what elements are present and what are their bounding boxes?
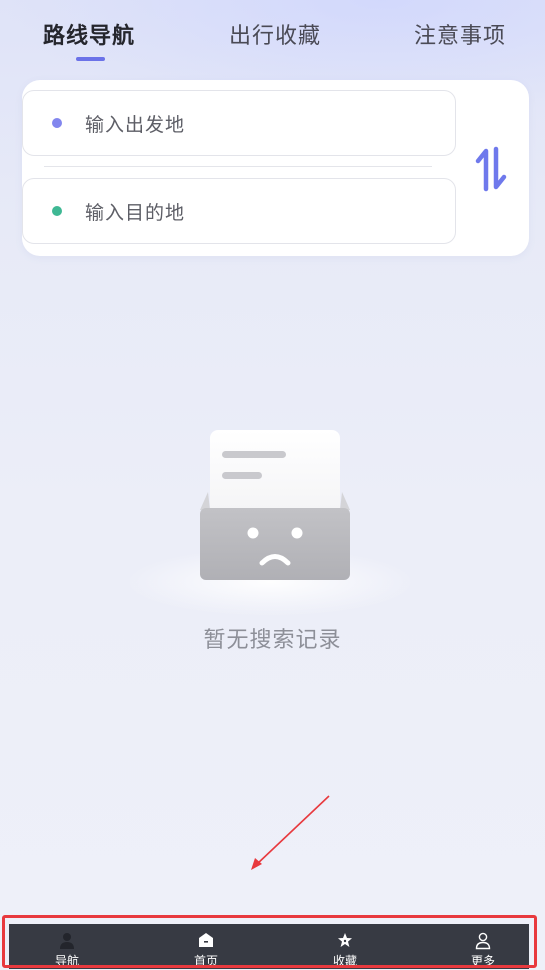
empty-box-sad-face-icon	[125, 430, 415, 616]
swap-vertical-arrows-icon	[475, 146, 507, 192]
tab-notes[interactable]: 注意事项	[414, 18, 506, 50]
tab-route-navigation[interactable]: 路线导航	[43, 18, 135, 50]
origin-placeholder: 输入出发地	[85, 113, 186, 136]
bottom-nav-highlight-box	[2, 915, 537, 968]
swap-button[interactable]	[474, 145, 508, 193]
origin-field[interactable]: 输入出发地	[22, 90, 456, 156]
tab-travel-favorites[interactable]: 出行收藏	[229, 18, 321, 50]
empty-state-illustration	[125, 420, 420, 620]
destination-dot-icon	[52, 206, 62, 216]
empty-state-message: 暂无搜索记录	[203, 628, 342, 653]
destination-placeholder: 输入目的地	[85, 201, 186, 224]
field-divider	[44, 166, 432, 167]
route-input-card: 输入出发地 输入目的地	[22, 80, 529, 256]
top-tab-bar: 路线导航 出行收藏 注意事项	[0, 0, 545, 70]
origin-dot-icon	[52, 118, 62, 128]
destination-field[interactable]: 输入目的地	[22, 178, 456, 244]
active-tab-indicator	[76, 57, 105, 61]
